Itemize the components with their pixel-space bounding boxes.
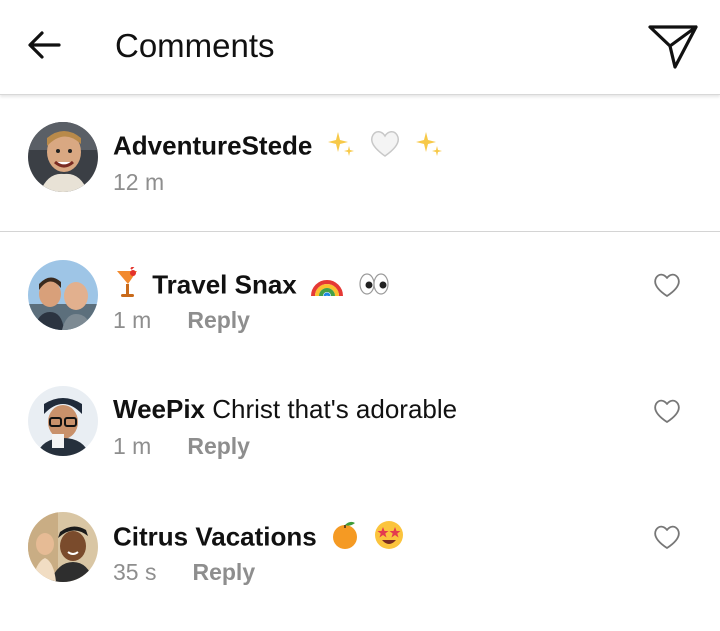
- caption-meta: 12 m: [113, 167, 164, 197]
- comment-row: Travel Snax 1 m Reply: [0, 232, 720, 358]
- comment-username[interactable]: Travel Snax: [152, 269, 297, 299]
- comment-meta: 1 m Reply: [113, 305, 250, 335]
- comment-row: Citrus Vacations 35 s Reply: [0, 484, 720, 610]
- comment-meta: 1 m Reply: [113, 431, 250, 461]
- caption-username[interactable]: AdventureStede: [113, 130, 312, 160]
- comment-username[interactable]: WeePix: [113, 394, 205, 424]
- reply-button[interactable]: Reply: [192, 559, 255, 585]
- avatar[interactable]: [28, 260, 98, 330]
- comment-row: WeePix Christ that's adorable 1 m Reply: [0, 358, 720, 484]
- timestamp: 1 m: [113, 433, 152, 459]
- comment-header: WeePix Christ that's adorable: [113, 393, 457, 425]
- comment-header: Citrus Vacations: [113, 519, 405, 558]
- timestamp: 1 m: [113, 307, 152, 333]
- star-struck-icon: [373, 519, 405, 558]
- comment-text: Christ that's adorable: [212, 394, 458, 424]
- sparkles-icon: [414, 129, 444, 166]
- share-button[interactable]: [644, 18, 700, 74]
- heart-outline-icon: [654, 399, 680, 423]
- paper-plane-icon: [648, 25, 698, 69]
- back-button[interactable]: [22, 23, 66, 67]
- comment-meta: 35 s Reply: [113, 557, 255, 587]
- timestamp: 12 m: [113, 169, 165, 195]
- avatar[interactable]: [28, 122, 98, 192]
- caption-header: AdventureStede: [113, 129, 444, 166]
- post-caption: AdventureStede 12 m: [0, 95, 720, 232]
- arrow-left-icon: [28, 31, 61, 59]
- comment-header: Travel Snax: [113, 264, 391, 306]
- like-button[interactable]: [652, 523, 682, 551]
- page-title: Comments: [115, 27, 275, 64]
- like-button[interactable]: [652, 271, 682, 299]
- like-button[interactable]: [652, 397, 682, 425]
- heart-outline-icon: [654, 273, 680, 297]
- white-heart-icon: [369, 129, 401, 166]
- reply-button[interactable]: Reply: [187, 307, 250, 333]
- timestamp: 35 s: [113, 559, 157, 585]
- orange-icon: [330, 519, 360, 558]
- tropical-drink-icon: [113, 264, 141, 306]
- comment-username[interactable]: Citrus Vacations: [113, 521, 317, 551]
- eyes-icon: [357, 271, 391, 303]
- top-app-bar: Comments: [0, 0, 720, 95]
- avatar[interactable]: [28, 386, 98, 456]
- sparkles-icon: [326, 129, 356, 166]
- rainbow-icon: [310, 268, 344, 305]
- heart-outline-icon: [654, 525, 680, 549]
- avatar[interactable]: [28, 512, 98, 582]
- reply-button[interactable]: Reply: [187, 433, 250, 459]
